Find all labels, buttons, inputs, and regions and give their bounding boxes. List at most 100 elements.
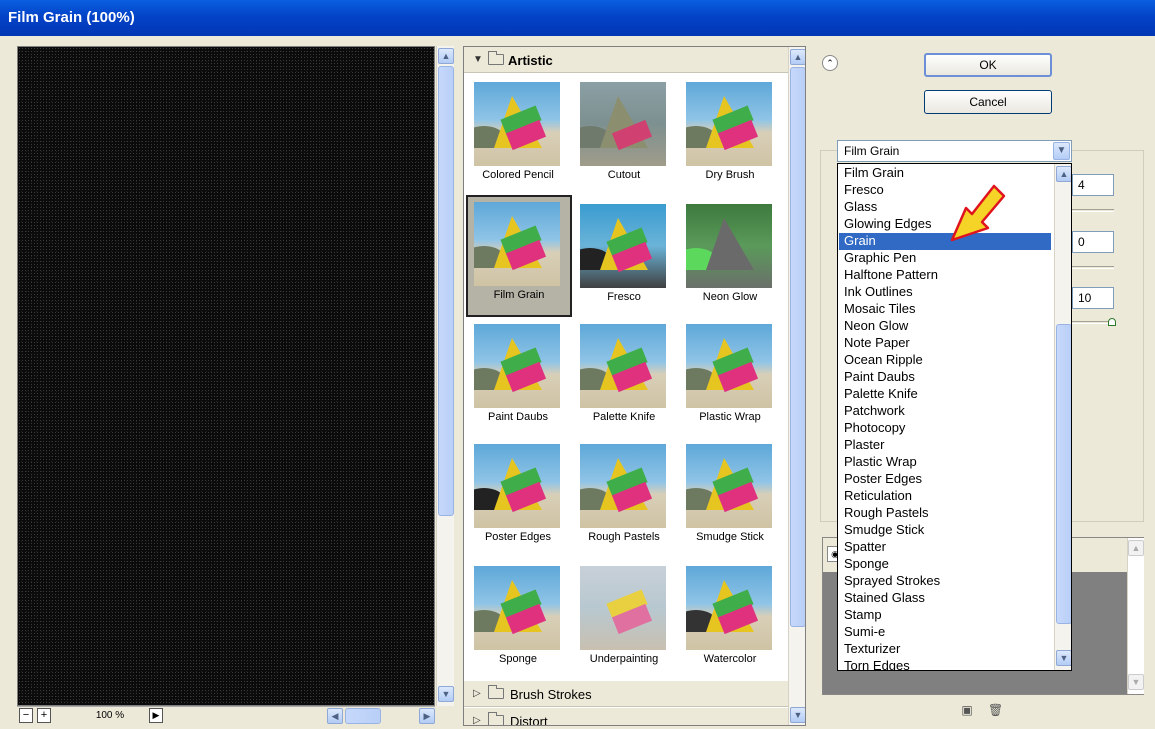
layers-vertical-scrollbar[interactable]: ▲ ▼ [1127, 538, 1144, 694]
filter-tile-fresco[interactable]: Fresco [574, 197, 674, 312]
scroll-left-arrow-icon[interactable]: ◀ [327, 708, 343, 724]
grain-slider[interactable] [1072, 209, 1114, 212]
filter-thumbnail [474, 324, 560, 408]
option-sponge[interactable]: Sponge [839, 556, 1051, 573]
preview-vertical-scrollbar[interactable]: ▲ ▼ [436, 46, 454, 706]
collapsed-triangle-icon: ▷ [473, 715, 481, 726]
scroll-up-arrow-icon[interactable]: ▲ [1128, 540, 1144, 556]
ok-button[interactable]: OK [924, 53, 1052, 77]
option-paint-daubs[interactable]: Paint Daubs [839, 369, 1051, 386]
option-halftone-pattern[interactable]: Halftone Pattern [839, 267, 1051, 284]
option-stamp[interactable]: Stamp [839, 607, 1051, 624]
filter-tile-rough-pastels[interactable]: Rough Pastels [574, 437, 674, 552]
trash-icon[interactable]: 🗑 [988, 703, 1003, 717]
preview-h-scroll-thumb[interactable] [345, 708, 381, 724]
scroll-down-arrow-icon[interactable]: ▼ [1128, 674, 1144, 690]
filter-tile-dry-brush[interactable]: Dry Brush [680, 75, 780, 190]
option-patchwork[interactable]: Patchwork [839, 403, 1051, 420]
option-plastic-wrap[interactable]: Plastic Wrap [839, 454, 1051, 471]
filter-thumbnail [580, 444, 666, 528]
option-palette-knife[interactable]: Palette Knife [839, 386, 1051, 403]
category-artistic[interactable]: ▼ Artistic [464, 47, 790, 73]
scroll-right-arrow-icon[interactable]: ▶ [419, 708, 435, 724]
option-plaster[interactable]: Plaster [839, 437, 1051, 454]
filter-thumbnail [580, 82, 666, 166]
option-poster-edges[interactable]: Poster Edges [839, 471, 1051, 488]
intensity-field[interactable]: 10 [1072, 287, 1114, 309]
scroll-up-arrow-icon[interactable]: ▲ [438, 48, 454, 64]
preview-canvas[interactable] [17, 46, 435, 706]
filter-tile-neon-glow[interactable]: Neon Glow [680, 197, 780, 312]
option-sprayed-strokes[interactable]: Sprayed Strokes [839, 573, 1051, 590]
option-rough-pastels[interactable]: Rough Pastels [839, 505, 1051, 522]
filter-tile-underpainting[interactable]: Underpainting [574, 559, 674, 674]
options-vertical-scrollbar[interactable]: ▲ ▼ [1054, 164, 1071, 670]
scroll-down-arrow-icon[interactable]: ▼ [1056, 650, 1071, 666]
chevron-down-icon[interactable]: ▼ [1053, 142, 1070, 160]
option-ocean-ripple[interactable]: Ocean Ripple [839, 352, 1051, 369]
filter-tile-cutout[interactable]: Cutout [574, 75, 674, 190]
filter-tile-label: Rough Pastels [588, 531, 660, 543]
filter-tile-smudge-stick[interactable]: Smudge Stick [680, 437, 780, 552]
option-glowing-edges[interactable]: Glowing Edges [839, 216, 1051, 233]
option-spatter[interactable]: Spatter [839, 539, 1051, 556]
option-ink-outlines[interactable]: Ink Outlines [839, 284, 1051, 301]
option-graphic-pen[interactable]: Graphic Pen [839, 250, 1051, 267]
filter-tile-label: Colored Pencil [482, 169, 554, 181]
category-label: Distort [510, 714, 548, 726]
zoom-out-button[interactable]: − [19, 708, 33, 723]
option-sumi-e[interactable]: Sumi-e [839, 624, 1051, 641]
filter-tile-label: Neon Glow [702, 291, 758, 303]
highlight-area-slider[interactable] [1072, 266, 1114, 269]
scroll-down-arrow-icon[interactable]: ▼ [438, 686, 454, 702]
option-grain[interactable]: Grain [839, 233, 1051, 250]
filter-tile-label: Underpainting [589, 653, 659, 665]
filter-tile-poster-edges[interactable]: Poster Edges [468, 437, 568, 552]
option-film-grain[interactable]: Film Grain [839, 165, 1051, 182]
zoom-level-label[interactable]: 100 % [75, 710, 145, 721]
option-fresco[interactable]: Fresco [839, 182, 1051, 199]
scroll-up-arrow-icon[interactable]: ▲ [790, 49, 805, 65]
filter-select[interactable]: Film Grain ▼ [837, 140, 1072, 162]
intensity-slider-handle-icon[interactable] [1108, 318, 1116, 326]
options-scroll-thumb[interactable] [1056, 324, 1071, 624]
option-stained-glass[interactable]: Stained Glass [839, 590, 1051, 607]
category-brush-strokes[interactable]: ▷ Brush Strokes [464, 681, 790, 707]
category-distort[interactable]: ▷ Distort [464, 708, 790, 726]
filter-tile-palette-knife[interactable]: Palette Knife [574, 317, 674, 432]
gallery-scroll-thumb[interactable] [790, 67, 805, 627]
filter-tile-colored-pencil[interactable]: Colored Pencil [468, 75, 568, 190]
filter-tile-plastic-wrap[interactable]: Plastic Wrap [680, 317, 780, 432]
option-reticulation[interactable]: Reticulation [839, 488, 1051, 505]
filter-tile-film-grain[interactable]: Film Grain [466, 195, 572, 317]
gallery-vertical-scrollbar[interactable]: ▲ ▼ [788, 47, 805, 725]
filter-tile-sponge[interactable]: Sponge [468, 559, 568, 674]
grain-field[interactable]: 4 [1072, 174, 1114, 196]
scroll-up-arrow-icon[interactable]: ▲ [1056, 166, 1071, 182]
highlight-area-field[interactable]: 0 [1072, 231, 1114, 253]
option-glass[interactable]: Glass [839, 199, 1051, 216]
preview-zoom-bar: − + 100 % ▶ ◀ ▶ [17, 706, 435, 724]
zoom-menu-arrow-icon[interactable]: ▶ [149, 708, 163, 723]
option-torn-edges[interactable]: Torn Edges [839, 658, 1051, 670]
filter-thumbnail [686, 204, 772, 288]
collapse-gallery-icon[interactable]: ⌃ [822, 55, 838, 71]
option-photocopy[interactable]: Photocopy [839, 420, 1051, 437]
filter-tile-label: Paint Daubs [488, 411, 548, 423]
option-neon-glow[interactable]: Neon Glow [839, 318, 1051, 335]
preview-scroll-thumb[interactable] [438, 66, 454, 516]
new-effect-layer-icon[interactable]: ▣ [960, 703, 974, 717]
option-mosaic-tiles[interactable]: Mosaic Tiles [839, 301, 1051, 318]
zoom-in-button[interactable]: + [37, 708, 51, 723]
category-label: Artistic [508, 53, 553, 68]
scroll-down-arrow-icon[interactable]: ▼ [790, 707, 805, 723]
filter-tile-paint-daubs[interactable]: Paint Daubs [468, 317, 568, 432]
filter-tile-label: Poster Edges [484, 531, 552, 543]
filter-thumbnail [580, 324, 666, 408]
option-texturizer[interactable]: Texturizer [839, 641, 1051, 658]
option-note-paper[interactable]: Note Paper [839, 335, 1051, 352]
filter-tile-watercolor[interactable]: Watercolor [680, 559, 780, 674]
option-smudge-stick[interactable]: Smudge Stick [839, 522, 1051, 539]
cancel-button[interactable]: Cancel [924, 90, 1052, 114]
filter-thumbnail [686, 566, 772, 650]
